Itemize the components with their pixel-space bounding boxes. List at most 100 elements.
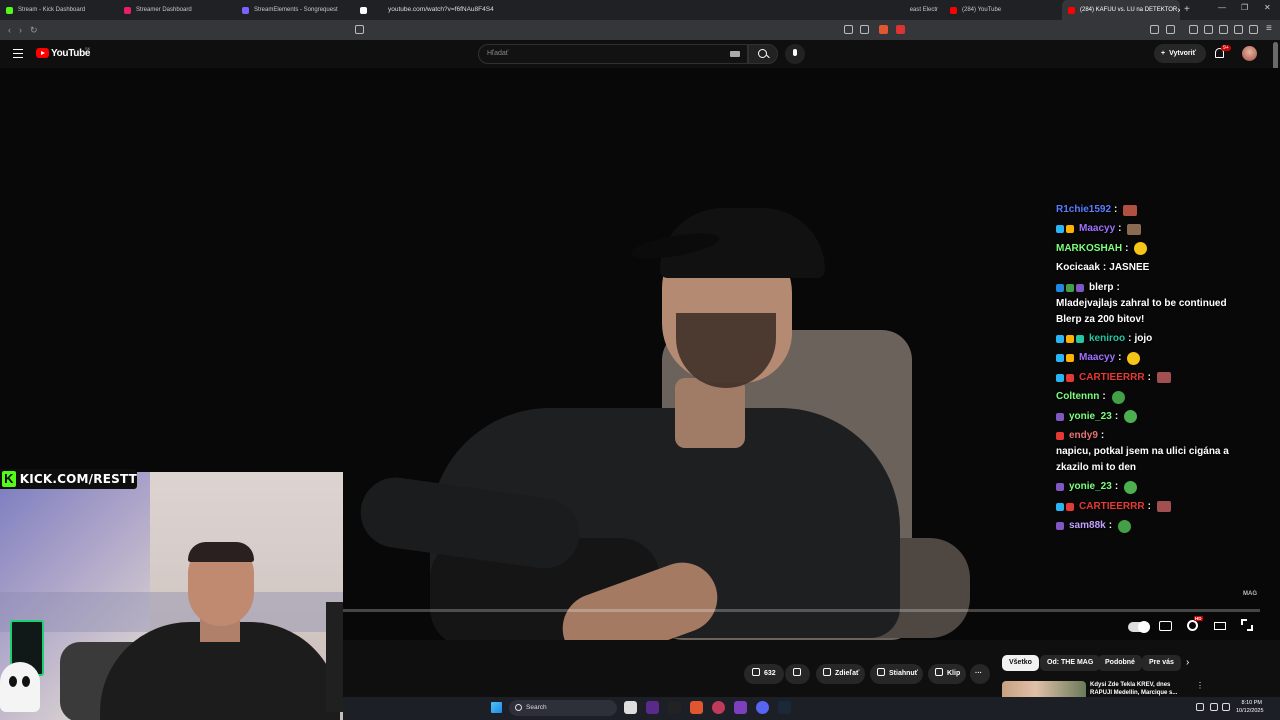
windows-taskbar (343, 697, 1280, 720)
recommended-video-menu-icon[interactable]: ⋮ (1196, 681, 1204, 690)
share-button[interactable]: Zdieľať (816, 664, 865, 684)
minimize-icon[interactable]: — (1218, 3, 1226, 12)
close-window-icon[interactable]: ✕ (1264, 3, 1271, 12)
taskbar-search[interactable]: Search (509, 700, 617, 716)
chat-badge-icon (1056, 334, 1064, 343)
screenshot-icon[interactable] (1166, 25, 1175, 34)
maximize-icon[interactable]: ❐ (1241, 3, 1248, 12)
keyboard-icon[interactable] (730, 51, 740, 57)
notifications-badge: 9+ (1221, 45, 1231, 51)
chat-badges (1056, 354, 1076, 363)
chat-username: MARKOSHAH (1056, 242, 1123, 254)
chat-badge-icon (1056, 522, 1064, 531)
chat-emote-icon (1134, 242, 1148, 256)
streamer-webcam-overlay (0, 472, 343, 720)
chat-badges (1056, 431, 1066, 440)
recommended-video-title[interactable]: Kdysi Zde Tekla KREV, dnes RAPUJI Medell… (1090, 681, 1182, 697)
app-icon-3[interactable] (712, 701, 725, 714)
filter-chip[interactable]: Podobné (1098, 655, 1142, 671)
reload-icon[interactable]: ↻ (30, 25, 38, 36)
browser-tab[interactable]: Streamer Dashboard (118, 0, 236, 20)
display-tray-icon[interactable] (1210, 703, 1218, 711)
chat-text: jojo (1134, 332, 1153, 344)
browser-tab[interactable]: StreamElements - Songrequest (236, 0, 354, 20)
bookmark-icon[interactable] (355, 25, 364, 34)
chips-next-arrow-icon[interactable]: › (1186, 657, 1189, 668)
chat-badge-icon (1076, 283, 1084, 292)
chat-badges (1056, 283, 1086, 292)
windows-start-icon[interactable] (491, 702, 502, 713)
settings-gear-icon[interactable] (1187, 620, 1198, 631)
new-tab-button[interactable]: + (1184, 4, 1190, 15)
youtube-logo-icon[interactable] (36, 48, 49, 58)
tray-chevron-icon[interactable] (1180, 703, 1188, 711)
chat-separator: : (1108, 520, 1113, 532)
cast-icon[interactable] (844, 25, 853, 34)
app-icon-1[interactable] (646, 701, 659, 714)
rewards-icon[interactable] (896, 25, 905, 34)
more-actions-button[interactable]: ··· (970, 664, 990, 684)
create-button-label: Vytvoriť (1169, 50, 1196, 57)
dislike-button[interactable] (785, 664, 810, 684)
fullscreen-button[interactable] (1241, 619, 1253, 631)
url-field[interactable]: youtube.com/watch?v=f6fNAu8F4S4 (370, 3, 910, 17)
steam-icon[interactable] (778, 701, 791, 714)
voice-search-button[interactable] (785, 44, 805, 64)
back-icon[interactable]: ‹ (8, 25, 11, 35)
chat-username: Maacyy (1079, 223, 1116, 235)
taskbar-clock[interactable]: 8:10 PM 10/12/2025 (1236, 699, 1264, 715)
chat-username: endy9 (1069, 429, 1098, 441)
search-button[interactable] (748, 44, 778, 64)
chat-emote-icon (1123, 204, 1138, 216)
share-icon (823, 668, 831, 676)
translate-icon[interactable] (860, 25, 869, 34)
close-tab-icon[interactable]: × (1177, 6, 1180, 15)
microphone-tray-icon[interactable] (1196, 703, 1204, 711)
vpn-icon[interactable] (1249, 25, 1258, 34)
twitch-icon[interactable] (734, 701, 747, 714)
brave-shield-icon[interactable] (879, 25, 888, 34)
filter-chip[interactable]: Od: THE MAG (1040, 655, 1101, 671)
chat-badges (1056, 502, 1076, 511)
filter-chip[interactable]: Pre vás (1142, 655, 1181, 671)
autoplay-toggle[interactable] (1128, 621, 1150, 633)
hd-badge: HD (1194, 616, 1203, 621)
forward-icon[interactable]: › (19, 25, 22, 35)
chat-badge-icon (1056, 225, 1064, 234)
tab-search-icon[interactable] (1219, 25, 1228, 34)
browser-tab[interactable]: (284) KAFUU vs. LU na DETEKTOR × (1062, 0, 1180, 20)
clip-button[interactable]: Klip (928, 664, 966, 684)
app-icon-2[interactable] (668, 701, 681, 714)
browser-tab[interactable]: Stream - Kick Dashboard (0, 0, 118, 20)
account-avatar[interactable] (1242, 46, 1257, 61)
progress-bar[interactable] (343, 609, 1260, 612)
chat-separator: : (1102, 262, 1107, 274)
music-icon[interactable] (1189, 25, 1198, 34)
create-button[interactable]: + Vytvoriť (1154, 44, 1206, 63)
chat-message: sam88k: (1056, 518, 1246, 534)
download-button[interactable]: Stiahnuť (870, 664, 923, 684)
browser-tab[interactable]: (284) YouTube (944, 0, 1062, 20)
tab-favicon-icon (950, 6, 957, 14)
theater-mode-button[interactable] (1214, 622, 1226, 630)
like-button[interactable]: 632 (744, 664, 784, 684)
chat-message: endy9: napicu, potkal jsem na ulici cigán… (1056, 428, 1246, 476)
sidebar-icon[interactable] (1204, 25, 1213, 34)
chat-badge-icon (1056, 483, 1064, 492)
volume-tray-icon[interactable] (1222, 703, 1230, 711)
hamburger-menu-icon[interactable] (13, 49, 23, 58)
search-input[interactable]: Hľadať (478, 44, 748, 64)
subtitles-button[interactable] (1159, 621, 1172, 631)
recommended-video-thumbnail[interactable] (1002, 681, 1086, 697)
discord-icon[interactable] (756, 701, 769, 714)
filter-chip[interactable]: Všetko (1002, 655, 1039, 671)
taskview-icon[interactable] (624, 701, 637, 714)
chat-text: napicu, potkal jsem na ulici cigána a zk… (1056, 445, 1229, 473)
extensions-icon[interactable] (1150, 25, 1159, 34)
chat-username: blerp (1089, 281, 1114, 293)
browser-menu-icon[interactable]: ≡ (1266, 23, 1272, 34)
channel-watermark[interactable]: MAG (1243, 591, 1257, 597)
brave-browser-icon[interactable] (690, 701, 703, 714)
address-bar-row: ‹ › ↻ (0, 20, 1280, 40)
leo-icon[interactable] (1234, 25, 1243, 34)
